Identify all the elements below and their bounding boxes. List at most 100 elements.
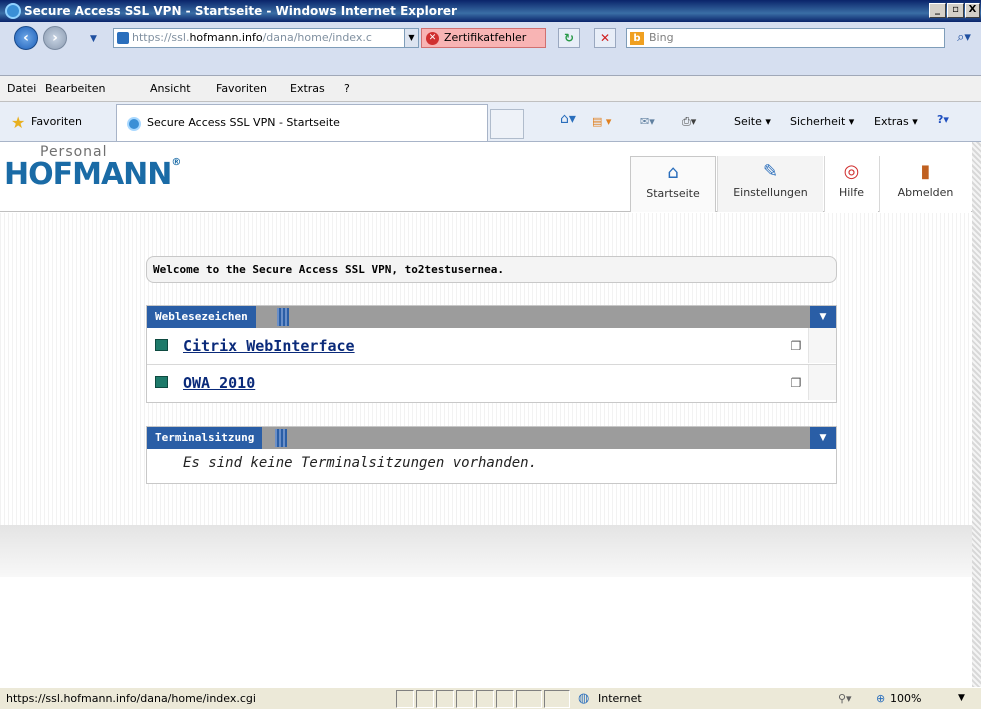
- menu-tools[interactable]: Extras: [290, 76, 325, 102]
- menu-bar: Datei Bearbeiten Ansicht Favoriten Extra…: [0, 76, 981, 102]
- row-action-cell: [808, 328, 836, 363]
- door-icon: ▮: [920, 161, 931, 182]
- bookmark-link[interactable]: Citrix WebInterface: [183, 337, 355, 355]
- nav-settings[interactable]: ✎ Einstellungen: [717, 156, 823, 212]
- header-grip: [277, 308, 289, 326]
- stop-button[interactable]: ✕: [594, 28, 616, 48]
- status-segment: [396, 690, 414, 708]
- bookmark-row: OWA 2010 ❐: [147, 364, 836, 400]
- bookmark-icon: [155, 376, 168, 388]
- content-footer: [0, 525, 972, 577]
- mail-icon[interactable]: ✉▾: [640, 115, 655, 128]
- menu-help[interactable]: ?: [344, 76, 350, 102]
- extras-menu[interactable]: Extras ▾: [874, 115, 918, 128]
- certificate-error-button[interactable]: ✕ Zertifikatfehler: [421, 28, 546, 48]
- minimize-button[interactable]: _: [929, 3, 946, 18]
- nav-home[interactable]: ⌂ Startseite: [630, 156, 716, 212]
- terminal-title: Terminalsitzung: [147, 427, 263, 449]
- search-input[interactable]: b Bing: [626, 28, 945, 48]
- ie-icon: [5, 3, 21, 19]
- page-menu[interactable]: Seite ▾: [734, 115, 771, 128]
- status-segment: [544, 690, 570, 708]
- security-menu[interactable]: Sicherheit ▾: [790, 115, 854, 128]
- page-icon: [117, 32, 129, 44]
- nav-home-label: Startseite: [646, 187, 700, 200]
- bookmark-icon: [155, 339, 168, 351]
- header-grip: [275, 429, 287, 447]
- url-prefix: https://ssl.: [132, 31, 190, 44]
- zoom-icon: ⊕: [876, 692, 886, 705]
- status-zone: Internet: [598, 692, 642, 705]
- close-button[interactable]: X: [965, 3, 980, 18]
- menu-edit[interactable]: Bearbeiten: [45, 76, 105, 102]
- new-tab-button[interactable]: [490, 109, 524, 139]
- status-segment: [496, 690, 514, 708]
- star-icon: ★: [11, 113, 26, 132]
- address-dropdown-icon[interactable]: ▼: [404, 29, 418, 47]
- wrench-icon: ✎: [762, 161, 779, 182]
- nav-logout[interactable]: ▮ Abmelden: [879, 156, 971, 212]
- chevron-down-icon[interactable]: ▼: [810, 427, 836, 449]
- status-segment: [436, 690, 454, 708]
- nav-help[interactable]: ◎ Hilfe: [824, 156, 878, 212]
- bookmark-row: Citrix WebInterface ❐: [147, 328, 836, 364]
- logo-reg-mark: ®: [171, 157, 181, 168]
- status-segment: [476, 690, 494, 708]
- help-icon[interactable]: ?▾: [937, 113, 949, 126]
- row-action-cell: [808, 365, 836, 400]
- browser-tab[interactable]: Secure Access SSL VPN - Startseite: [116, 104, 488, 141]
- status-url: https://ssl.hofmann.info/dana/home/index…: [6, 692, 256, 705]
- nav-settings-label: Einstellungen: [733, 186, 808, 199]
- search-icon[interactable]: ⌕▾: [950, 28, 978, 48]
- home-icon: ⌂: [667, 162, 679, 183]
- nav-logout-label: Abmelden: [897, 186, 954, 199]
- url-host: hofmann.info: [189, 31, 263, 44]
- window-title: Secure Access SSL VPN - Startseite - Win…: [24, 4, 457, 18]
- history-dropdown-icon[interactable]: ▼: [90, 34, 97, 44]
- address-input[interactable]: https://ssl.hofmann.info/dana/home/index…: [113, 28, 419, 48]
- welcome-message: Welcome to the Secure Access SSL VPN, to…: [146, 256, 837, 283]
- menu-file[interactable]: Datei: [7, 76, 36, 102]
- vertical-scrollbar[interactable]: [972, 142, 981, 687]
- print-icon[interactable]: ⎙▾: [682, 115, 696, 129]
- browser-window: Secure Access SSL VPN - Startseite - Win…: [0, 0, 981, 709]
- maximize-button[interactable]: ▫: [947, 3, 964, 18]
- forward-button[interactable]: ›: [43, 26, 67, 50]
- back-button[interactable]: ‹: [14, 26, 38, 50]
- bookmarks-header: Weblesezeichen ▼: [147, 306, 836, 328]
- title-bar: Secure Access SSL VPN - Startseite - Win…: [0, 0, 981, 22]
- company-logo: HOFMANN®: [4, 157, 181, 192]
- cert-error-label: Zertifikatfehler: [444, 31, 527, 44]
- nav-help-label: Hilfe: [838, 186, 865, 199]
- search-placeholder: Bing: [649, 31, 674, 44]
- globe-icon: ◍: [578, 691, 590, 706]
- menu-view[interactable]: Ansicht: [150, 76, 191, 102]
- refresh-button[interactable]: ↻: [558, 28, 580, 48]
- logo-name: HOFMANN: [4, 157, 172, 192]
- menu-favorites[interactable]: Favoriten: [216, 76, 267, 102]
- tab-title: Secure Access SSL VPN - Startseite: [147, 116, 340, 129]
- chevron-down-icon[interactable]: ▼: [810, 306, 836, 328]
- status-segment: [456, 690, 474, 708]
- terminal-panel: Terminalsitzung ▼ Es sind keine Terminal…: [146, 426, 837, 484]
- empty-terminal-message: Es sind keine Terminalsitzungen vorhande…: [183, 455, 538, 471]
- protected-mode-icon[interactable]: ⚲▾: [838, 688, 852, 709]
- bookmarks-title: Weblesezeichen: [147, 306, 256, 328]
- zoom-level[interactable]: 100%: [890, 688, 921, 709]
- new-window-icon[interactable]: ❐: [786, 336, 806, 356]
- status-segment: [416, 690, 434, 708]
- favorites-button[interactable]: Favoriten: [31, 115, 82, 128]
- bookmark-link[interactable]: OWA 2010: [183, 374, 255, 392]
- error-icon: ✕: [426, 32, 439, 45]
- zoom-dropdown-icon[interactable]: ▼: [958, 688, 965, 709]
- feeds-icon[interactable]: ▤ ▾: [592, 115, 611, 128]
- status-bar: https://ssl.hofmann.info/dana/home/index…: [0, 687, 981, 709]
- bing-icon: b: [630, 32, 644, 45]
- bookmarks-panel: Weblesezeichen ▼ Citrix WebInterface ❐ O…: [146, 305, 837, 403]
- status-segment: [516, 690, 542, 708]
- new-window-icon[interactable]: ❐: [786, 373, 806, 393]
- terminal-header: Terminalsitzung ▼: [147, 427, 836, 449]
- home-icon[interactable]: ⌂▾: [560, 111, 576, 127]
- lifebuoy-icon: ◎: [843, 161, 860, 182]
- tab-ie-icon: [127, 117, 141, 131]
